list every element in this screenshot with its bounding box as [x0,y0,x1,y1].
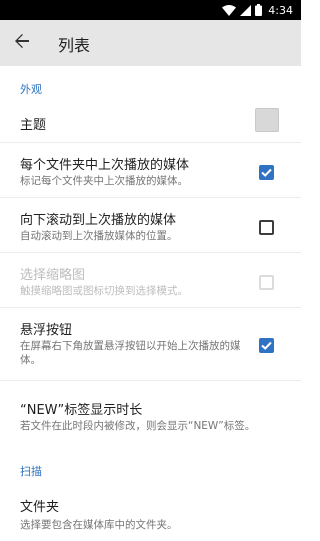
pref-folders-title: 文件夹 [20,500,60,515]
pref-select-thumbnail-summary: 触摸缩略图或图标切换到选择模式。 [20,285,188,297]
pref-remember-last-played[interactable]: 每个文件夹中上次播放的媒体 标记每个文件夹中上次播放的媒体。 [0,143,301,197]
pref-folders[interactable]: 文件夹 选择要包含在媒体库中的文件夹。 [0,480,301,541]
pref-floating-button[interactable]: 悬浮按钮 在屏幕右下角放置悬浮按钮以开始上次播放的媒体。 [0,308,301,380]
select-thumbnail-checkbox [259,275,274,290]
pref-scroll-title: 向下滚动到上次播放的媒体 [20,213,177,228]
check-icon [261,168,272,177]
status-icons: 4:34 [222,3,293,17]
theme-color-swatch [255,108,279,132]
pref-theme[interactable]: 主题 [0,102,301,141]
pref-new-label-summary: 若文件在此时段内被修改，则会显示“NEW”标签。 [20,420,256,432]
check-icon [261,341,272,350]
preferences-list[interactable]: 外观 主题 每个文件夹中上次播放的媒体 标记每个文件夹中上次播放的媒体。 向下滚… [0,66,301,541]
wifi-icon [222,4,237,16]
pref-floating-summary: 在屏幕右下角放置悬浮按钮以开始上次播放的媒体。 [20,340,241,366]
remember-last-checkbox[interactable] [259,165,274,180]
page-title: 列表 [58,36,91,55]
back-button[interactable] [10,31,34,55]
floating-button-checkbox[interactable] [259,338,274,353]
pref-select-thumbnail-title: 选择缩略图 [20,268,86,283]
section-header-scan: 扫描 [20,465,42,478]
pref-select-thumbnail: 选择缩略图 触摸缩略图或图标切换到选择模式。 [0,253,301,307]
arrow-back-icon [14,33,30,53]
pref-new-label-duration[interactable]: “NEW”标签显示时长 若文件在此时段内被修改，则会显示“NEW”标签。 [0,381,301,446]
pref-scroll-to-last[interactable]: 向下滚动到上次播放的媒体 自动滚动到上次播放媒体的位置。 [0,198,301,252]
battery-icon [255,4,263,16]
status-time: 4:34 [268,3,293,17]
pref-theme-title: 主题 [20,118,47,133]
pref-folders-summary: 选择要包含在媒体库中的文件夹。 [20,519,178,531]
pref-floating-title: 悬浮按钮 [20,323,73,338]
app-bar: 列表 [0,20,301,66]
section-header-appearance: 外观 [20,83,42,96]
status-bar: 4:34 [0,0,301,20]
cell-signal-icon [240,4,252,16]
scroll-to-last-checkbox[interactable] [259,220,274,235]
pref-new-label-title: “NEW”标签显示时长 [20,403,143,418]
pref-scroll-summary: 自动滚动到上次播放媒体的位置。 [20,230,178,242]
pref-remember-last-summary: 标记每个文件夹中上次播放的媒体。 [20,175,188,187]
pref-remember-last-title: 每个文件夹中上次播放的媒体 [20,158,190,173]
